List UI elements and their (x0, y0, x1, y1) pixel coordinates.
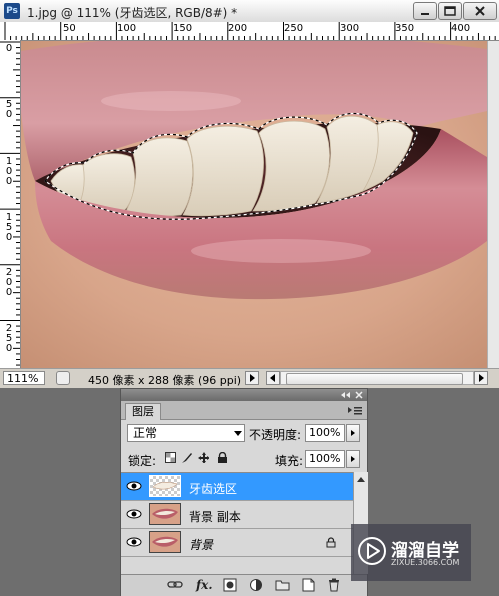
link-icon[interactable] (167, 578, 183, 592)
ruler-label: 400 (451, 23, 471, 34)
ruler-label: 350 (395, 23, 415, 34)
scroll-left-icon[interactable] (266, 371, 280, 385)
horizontal-ruler[interactable]: 50 100 150 200 250 300 350 400 (0, 22, 499, 41)
layer-thumbnail (149, 475, 181, 497)
status-info-icon[interactable] (56, 371, 70, 385)
minimize-button[interactable] (413, 2, 437, 20)
opacity-field[interactable]: 100% (305, 424, 345, 442)
folder-icon[interactable] (275, 578, 291, 592)
opacity-slider-button[interactable] (346, 424, 360, 442)
adjustment-icon[interactable] (249, 578, 265, 592)
fill-field[interactable]: 100% (305, 450, 345, 468)
document-title-bar[interactable]: Ps 1.jpg @ 111% (牙齿选区, RGB/8#) * (0, 0, 499, 23)
lock-transparent-pixels-icon[interactable] (165, 452, 176, 463)
ruler-label: 50 (63, 23, 76, 34)
fx-icon[interactable]: fx. (196, 578, 213, 592)
close-button[interactable] (463, 2, 497, 20)
maximize-icon (444, 6, 456, 16)
ruler-label: 250 (284, 23, 304, 34)
eye-icon[interactable] (125, 507, 143, 521)
vertical-ruler[interactable]: 0 5 0 1 0 0 1 5 0 2 0 0 2 5 0 (0, 40, 21, 368)
layers-panel: 图层 正常 不透明度: 100% 锁定: 填充: 100% 牙齿选区 背景 副本… (120, 388, 368, 596)
layer-row-background-copy[interactable]: 背景 副本 (121, 501, 353, 529)
tab-layers[interactable]: 图层 (125, 403, 161, 420)
smile-photo-image (21, 41, 487, 368)
ruler-label: 100 (117, 23, 137, 34)
lock-image-pixels-icon[interactable] (181, 452, 192, 463)
ruler-label: 300 (340, 23, 360, 34)
panel-menu-icon[interactable] (347, 405, 363, 415)
minimize-icon (421, 13, 429, 15)
vertical-ruler-ticks (0, 41, 20, 366)
layer-name: 背景 副本 (189, 510, 241, 524)
horizontal-scrollbar[interactable] (280, 371, 474, 385)
maximize-button[interactable] (438, 2, 462, 20)
ruler-label: 5 0 (5, 99, 13, 120)
eye-icon[interactable] (125, 535, 143, 549)
fill-label: 填充: (275, 454, 304, 468)
layer-list: 牙齿选区 背景 副本 背景 (121, 472, 353, 575)
lock-all-icon[interactable] (217, 452, 228, 463)
lock-label: 锁定: (128, 454, 157, 468)
lock-icon (326, 537, 336, 548)
layer-row-background[interactable]: 背景 (121, 529, 353, 557)
document-info: 450 像素 x 288 像素 (96 ppi) (88, 374, 242, 387)
eye-icon[interactable] (125, 479, 143, 493)
ruler-label: 1 5 0 (5, 212, 13, 243)
ruler-label: 2 0 0 (5, 267, 13, 298)
panel-collapse-icon[interactable] (339, 390, 365, 400)
status-menu-arrow-icon[interactable] (245, 371, 259, 385)
chevron-down-icon (234, 431, 242, 436)
ruler-label: 150 (173, 23, 193, 34)
opacity-label: 不透明度: (249, 428, 302, 442)
layer-name: 牙齿选区 (189, 482, 238, 496)
panel-title-strip[interactable] (121, 389, 367, 401)
document-window: Ps 1.jpg @ 111% (牙齿选区, RGB/8#) * 50 100 … (0, 0, 499, 388)
ruler-label: 2 5 0 (5, 323, 13, 354)
trash-icon[interactable] (327, 578, 343, 592)
layer-thumbnail (149, 503, 181, 525)
document-canvas[interactable] (21, 41, 487, 368)
ruler-label: 200 (228, 23, 248, 34)
document-title: 1.jpg @ 111% (牙齿选区, RGB/8#) * (27, 6, 238, 20)
scroll-right-icon[interactable] (474, 371, 488, 385)
watermark-url: ZIXUE.3066.COM (391, 558, 460, 567)
fill-slider-button[interactable] (346, 450, 360, 468)
panel-tab-bar: 图层 (121, 401, 367, 420)
blend-mode-value: 正常 (133, 426, 158, 440)
close-icon (475, 6, 485, 16)
blend-mode-select[interactable]: 正常 (127, 424, 245, 442)
layer-row-teeth-selection[interactable]: 牙齿选区 (121, 473, 353, 501)
layers-panel-footer: fx. (121, 574, 367, 596)
layer-thumbnail (149, 531, 181, 553)
scrollbar-thumb[interactable] (286, 373, 463, 385)
lock-position-icon[interactable] (198, 452, 209, 463)
ruler-label: 1 0 0 (5, 156, 13, 187)
photoshop-icon: Ps (4, 3, 20, 19)
zoom-field[interactable]: 111% (3, 371, 45, 385)
play-logo-icon (358, 537, 386, 565)
new-layer-icon[interactable] (301, 578, 317, 592)
status-bar: 111% 450 像素 x 288 像素 (96 ppi) (0, 368, 499, 388)
vertical-scrollbar[interactable] (487, 41, 499, 368)
ruler-label: 0 (5, 43, 13, 54)
watermark: 溜溜自学 ZIXUE.3066.COM (351, 524, 471, 581)
layer-name: 背景 (189, 538, 214, 552)
scroll-up-icon[interactable] (356, 475, 366, 483)
mask-icon[interactable] (223, 578, 239, 592)
